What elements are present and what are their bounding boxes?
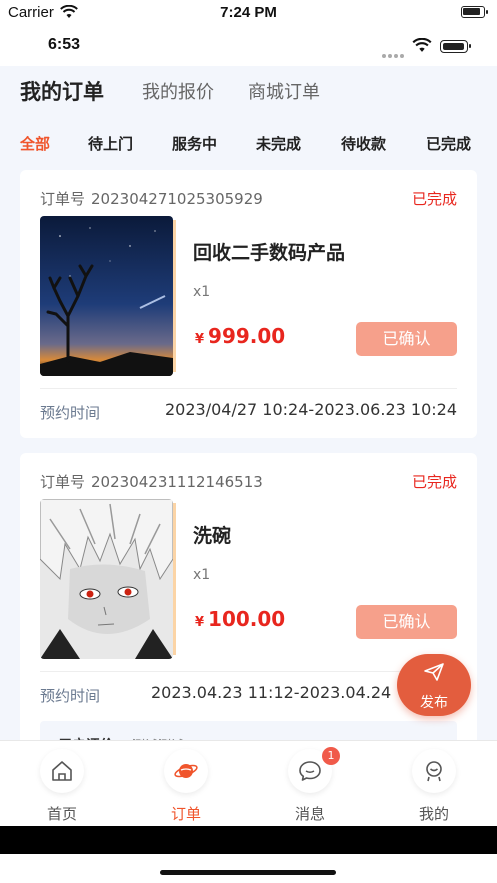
nav-icon-circle [164,749,208,793]
divider [40,671,457,672]
order-number: 订单号 202304231112146513 [40,473,263,491]
order-status: 已完成 [411,190,457,208]
appointment-time-value: 2023/04/27 10:24-2023.06.23 10:24 [165,400,457,419]
nav-home[interactable]: 首页 [12,741,112,827]
order-number: 订单号 202304271025305929 [40,190,263,208]
filter-incomplete[interactable]: 未完成 [256,133,301,154]
nav-messages[interactable]: 1 消息 [260,741,360,827]
tab-my-orders[interactable]: 我的订单 [20,76,104,106]
wifi-icon [412,38,432,52]
product-image [40,499,173,659]
signal-dots-icon [382,45,406,58]
inner-time: 6:53 [48,36,81,53]
home-icon [52,761,72,781]
bottom-navigation: 首页 订单 1 消息 我的 [0,740,497,826]
system-time: 7:24 PM [220,4,277,21]
unread-badge: 1 [322,747,340,765]
home-indicator-area [0,854,497,883]
confirmed-button[interactable]: 已确认 [356,605,457,639]
tab-my-quotes[interactable]: 我的报价 [142,78,214,104]
bottom-black-bar [0,826,497,854]
tab-mall-orders[interactable]: 商城订单 [248,78,320,104]
paper-plane-icon [424,663,444,681]
image-accent-bar [173,503,176,655]
filter-all[interactable]: 全部 [20,133,50,154]
product-name: 回收二手数码产品 [193,242,346,264]
appointment-time-value: 2023.04.23 11:12-2023.04.24 [151,683,392,702]
product-quantity: x1 [193,284,211,300]
publish-button[interactable]: 发布 [397,654,471,716]
product-price: ¥999.00 [195,324,286,348]
profile-icon [426,761,442,782]
system-status-bar: Carrier 7:24 PM [0,0,497,26]
divider [40,388,457,389]
top-tab-bar: 我的订单 我的报价 商城订单 [0,66,497,118]
battery-icon [440,40,471,53]
planet-icon [174,764,198,778]
appointment-time-label: 预约时间 [40,687,101,705]
nav-orders-label: 订单 [170,805,201,823]
nav-orders[interactable]: 订单 [136,741,236,827]
filter-in-service[interactable]: 服务中 [172,133,217,154]
nav-icon-circle [40,749,84,793]
home-indicator[interactable] [160,870,336,875]
filter-pending-visit[interactable]: 待上门 [88,133,133,154]
chat-bubble-icon [299,761,321,781]
nav-profile-label: 我的 [418,805,449,823]
product-image [40,216,173,376]
product-name: 洗碗 [193,525,232,547]
nav-messages-label: 消息 [294,805,325,823]
product-price: ¥100.00 [195,607,286,631]
inner-status-bar: 6:53 [0,26,497,66]
confirmed-button[interactable]: 已确认 [356,322,457,356]
order-card[interactable]: 订单号 202304271025305929 已完成 回收二手数码产品 x1 ¥… [20,170,477,438]
nav-icon-circle [412,749,456,793]
filter-pending-payment[interactable]: 待收款 [341,133,386,154]
status-filter-tabs: 全部 待上门 服务中 未完成 待收款 已完成 [0,120,497,168]
nav-home-label: 首页 [46,805,77,823]
appointment-time-label: 预约时间 [40,404,101,422]
publish-label: 发布 [420,695,448,711]
battery-icon [461,6,488,18]
image-accent-bar [173,220,176,372]
filter-completed[interactable]: 已完成 [426,133,471,154]
order-status: 已完成 [411,473,457,491]
product-quantity: x1 [193,567,211,583]
nav-profile[interactable]: 我的 [384,741,484,827]
